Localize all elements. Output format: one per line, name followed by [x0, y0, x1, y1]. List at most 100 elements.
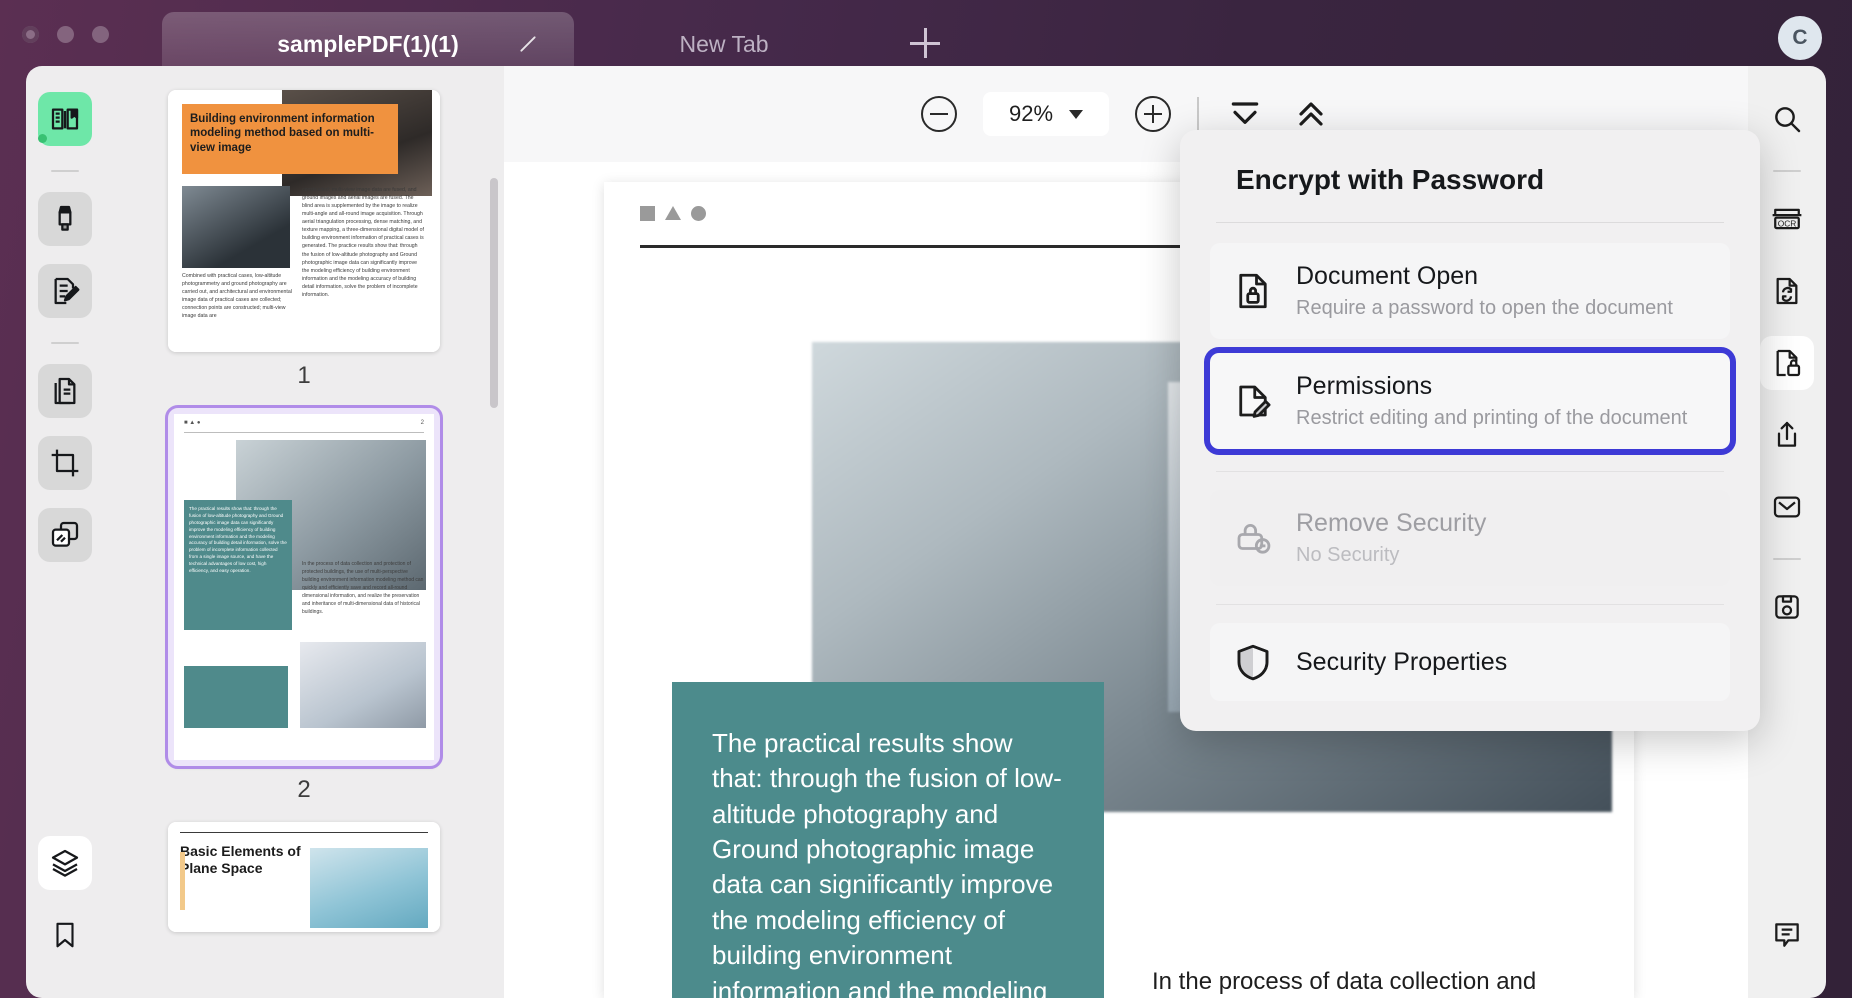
page-rule: [180, 832, 428, 833]
dialog-divider: [1216, 222, 1724, 223]
zoom-in-icon[interactable]: [1135, 96, 1171, 132]
zoom-level-value: 92%: [1008, 101, 1054, 126]
menu-item-document-open[interactable]: Document Open Require a password to open…: [1210, 243, 1730, 339]
sidebar-item-annotate-tool[interactable]: [38, 264, 92, 318]
rail-divider: [51, 170, 79, 172]
book-reader-icon: [49, 103, 81, 135]
menu-item-title: Security Properties: [1296, 647, 1508, 676]
thumbnail-page-2[interactable]: ■ ▲ ● 2 The practical results show that:…: [165, 405, 443, 769]
thumbnail-page-number: 2: [297, 776, 311, 803]
tab-label: New Tab: [679, 30, 769, 57]
page-image: [182, 186, 290, 268]
lock-document-icon: [1771, 347, 1803, 379]
tab-label: samplePDF(1)(1): [277, 30, 459, 57]
compare-pages-icon: [49, 519, 81, 551]
maximize-button[interactable]: [92, 26, 109, 43]
convert-document-icon: [1771, 275, 1803, 307]
menu-item-permissions[interactable]: Permissions Restrict editing and printin…: [1210, 353, 1730, 449]
status-pip: [38, 134, 47, 143]
sidebar-item-crop-tool[interactable]: [38, 436, 92, 490]
menu-item-subtitle: Require a password to open the document: [1296, 297, 1673, 319]
rail-divider: [1773, 558, 1801, 560]
bookmark-icon: [50, 920, 80, 950]
left-toolbar: [26, 66, 104, 998]
page-head-number: 2: [420, 420, 424, 426]
sidebar-item-ocr[interactable]: OCR: [1760, 192, 1814, 246]
sidebar-item-share[interactable]: [1760, 408, 1814, 462]
avatar-initial: C: [1792, 26, 1808, 49]
sidebar-item-comments[interactable]: [1760, 908, 1814, 962]
first-page-icon[interactable]: [1225, 94, 1265, 134]
search-icon: [1771, 103, 1803, 135]
page-caption: Combined with practical cases, low-altit…: [182, 273, 292, 320]
page-column-text: constructed; multi-view image data are f…: [302, 187, 424, 298]
mail-icon: [1771, 491, 1803, 523]
page-preview: Basic Elements of Plane Space: [168, 822, 440, 932]
document-edit-icon: [1232, 380, 1274, 422]
app-body: Building environment information modelin…: [0, 66, 1852, 998]
share-icon: [1771, 419, 1803, 451]
page-image: [300, 642, 426, 728]
page-teal-block: [184, 666, 288, 728]
toolbar-divider: [1197, 97, 1199, 131]
sidebar-item-bookmarks[interactable]: [38, 908, 92, 962]
comment-icon: [1771, 919, 1803, 951]
sidebar-item-convert[interactable]: [1760, 264, 1814, 318]
document-lock-icon: [1232, 270, 1274, 312]
menu-item-text: Permissions Restrict editing and printin…: [1296, 372, 1687, 430]
thumbnail-scrollbar[interactable]: [490, 178, 498, 408]
svg-text:OCR: OCR: [1778, 218, 1797, 228]
thumbnail-panel[interactable]: Building environment information modelin…: [104, 66, 504, 998]
app-window: samplePDF(1)(1) New Tab C Building envir…: [0, 0, 1852, 998]
new-tab-button[interactable]: [910, 28, 940, 58]
minimize-button[interactable]: [57, 26, 74, 43]
sidebar-item-search[interactable]: [1760, 92, 1814, 146]
page-running-head: ■ ▲ ● 2: [184, 420, 424, 433]
menu-item-title: Document Open: [1296, 262, 1479, 290]
layers-icon: [49, 847, 81, 879]
pencil-icon[interactable]: [518, 34, 538, 54]
sidebar-item-protect[interactable]: [1760, 336, 1814, 390]
triangle-icon: [665, 206, 681, 220]
dialog-divider: [1216, 604, 1724, 605]
page-preview: ■ ▲ ● 2 The practical results show that:…: [174, 414, 434, 760]
dialog-divider: [1216, 471, 1724, 472]
highlighter-icon: [49, 203, 81, 235]
chevron-down-icon: [1069, 109, 1084, 119]
page-image: [310, 848, 428, 928]
zoom-out-icon[interactable]: [921, 96, 957, 132]
thumbnail-page-number: 1: [297, 362, 311, 389]
menu-item-text: Remove Security No Security: [1296, 509, 1486, 567]
circle-icon: [691, 206, 706, 221]
page-teal-text: The practical results show that: through…: [184, 500, 292, 630]
document-paragraph: In the process of data collection and pr…: [1152, 968, 1537, 995]
menu-item-text: Document Open Require a password to open…: [1296, 262, 1673, 320]
sidebar-item-highlight-tool[interactable]: [38, 192, 92, 246]
sidebar-item-save[interactable]: [1760, 580, 1814, 634]
menu-item-security-properties[interactable]: Security Properties: [1210, 623, 1730, 701]
page-preview: Building environment information modelin…: [168, 90, 440, 352]
page-accent-bar: [180, 852, 185, 910]
zoom-level-dropdown[interactable]: 92%: [983, 92, 1109, 136]
avatar[interactable]: C: [1778, 16, 1822, 60]
pages-icon: [49, 375, 81, 407]
thumbnail-list: Building environment information modelin…: [104, 76, 504, 932]
rail-divider: [1773, 170, 1801, 172]
menu-item-title: Permissions: [1296, 372, 1433, 400]
menu-item-remove-security: Remove Security No Security: [1210, 490, 1730, 586]
menu-item-text: Security Properties: [1296, 648, 1507, 677]
page-body-text: In the process of data collection and pr…: [302, 561, 424, 615]
close-button[interactable]: [22, 26, 39, 43]
window-controls: [22, 26, 109, 43]
sidebar-item-email[interactable]: [1760, 480, 1814, 534]
previous-page-icon[interactable]: [1291, 94, 1331, 134]
thumbnail-page-1[interactable]: Building environment information modelin…: [168, 90, 440, 352]
sidebar-item-compare-tool[interactable]: [38, 508, 92, 562]
save-floppy-icon: [1771, 591, 1803, 623]
sidebar-item-layers[interactable]: [38, 836, 92, 890]
sidebar-item-organize-pages[interactable]: [38, 364, 92, 418]
crop-icon: [49, 447, 81, 479]
thumbnail-page-3[interactable]: Basic Elements of Plane Space: [168, 822, 440, 932]
page-title: Basic Elements of Plane Space: [180, 843, 301, 876]
lock-minus-icon: [1232, 517, 1274, 559]
